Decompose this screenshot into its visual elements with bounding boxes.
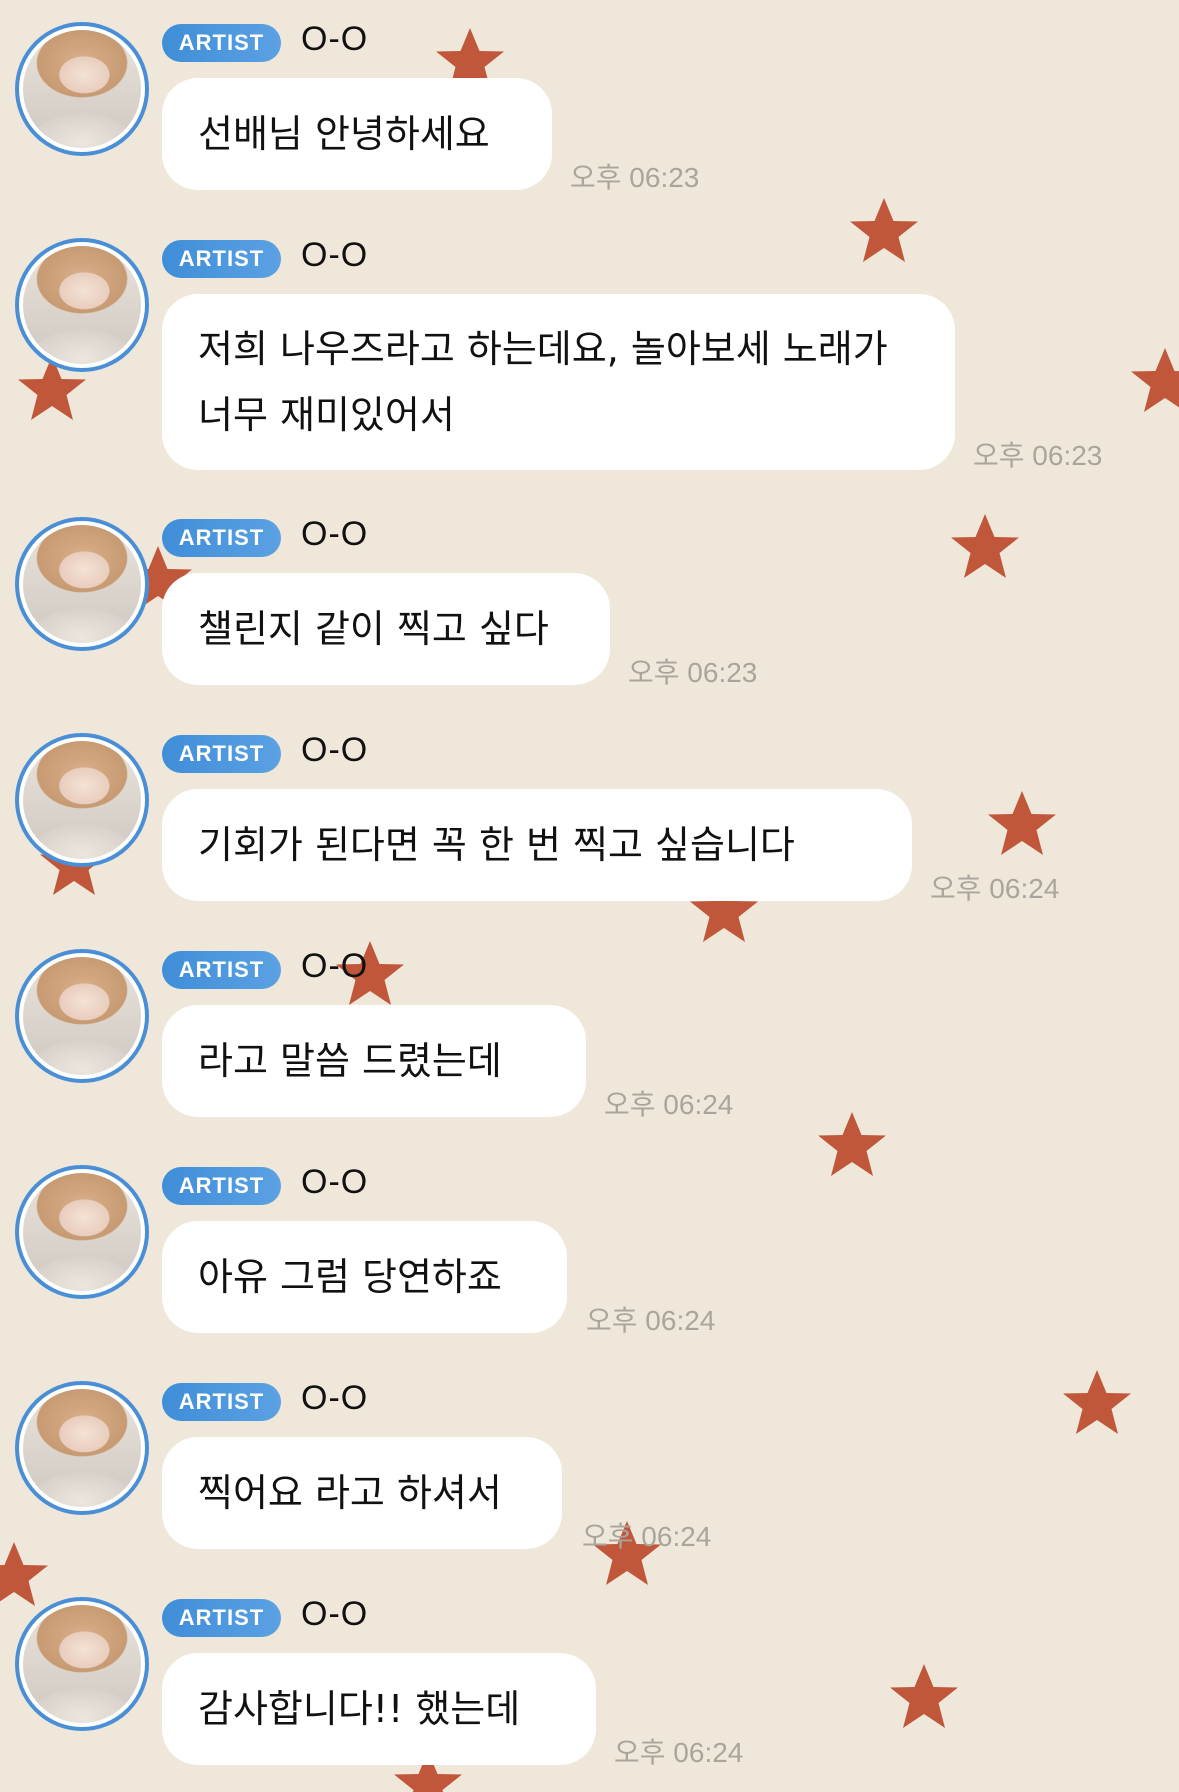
- star-icon: [850, 198, 918, 262]
- star-icon: [988, 791, 1056, 855]
- artist-badge: ARTIST: [162, 735, 281, 773]
- message-bubble[interactable]: 찍어요 라고 하셔서: [162, 1437, 562, 1549]
- avatar-photo: [23, 246, 141, 364]
- artist-avatar[interactable]: [15, 1165, 149, 1299]
- artist-badge: ARTIST: [162, 1167, 281, 1205]
- artist-badge: ARTIST: [162, 1383, 281, 1421]
- artist-badge: ARTIST: [162, 240, 281, 278]
- sender-name: O-O: [301, 947, 369, 985]
- avatar-photo: [23, 957, 141, 1075]
- star-icon: [951, 514, 1019, 578]
- sender-name: O-O: [301, 20, 369, 58]
- message-bubble[interactable]: 기회가 된다면 꼭 한 번 찍고 싶습니다: [162, 789, 912, 901]
- message-timestamp: 오후 06:23: [973, 440, 1103, 471]
- artist-avatar[interactable]: [15, 238, 149, 372]
- sender-name: O-O: [301, 1595, 369, 1633]
- avatar-photo: [23, 1173, 141, 1291]
- star-icon: [818, 1112, 886, 1176]
- artist-badge: ARTIST: [162, 519, 281, 557]
- sender-name: O-O: [301, 1163, 369, 1201]
- artist-avatar[interactable]: [15, 733, 149, 867]
- message-timestamp: 오후 06:24: [614, 1737, 744, 1768]
- avatar-photo: [23, 525, 141, 643]
- star-icon: [890, 1664, 958, 1728]
- artist-avatar[interactable]: [15, 22, 149, 156]
- message-timestamp: 오후 06:24: [604, 1089, 734, 1120]
- sender-name: O-O: [301, 731, 369, 769]
- artist-avatar[interactable]: [15, 1381, 149, 1515]
- star-icon: [1131, 348, 1179, 412]
- sender-name: O-O: [301, 515, 369, 553]
- message-bubble[interactable]: 선배님 안녕하세요: [162, 78, 552, 190]
- artist-avatar[interactable]: [15, 517, 149, 651]
- artist-badge: ARTIST: [162, 951, 281, 989]
- artist-avatar[interactable]: [15, 949, 149, 1083]
- star-icon: [0, 1542, 48, 1606]
- message-timestamp: 오후 06:24: [586, 1305, 716, 1336]
- avatar-photo: [23, 30, 141, 148]
- message-timestamp: 오후 06:23: [570, 162, 700, 193]
- avatar-photo: [23, 1605, 141, 1723]
- sender-name: O-O: [301, 1379, 369, 1417]
- message-timestamp: 오후 06:24: [582, 1521, 712, 1552]
- avatar-photo: [23, 741, 141, 859]
- artist-badge: ARTIST: [162, 1599, 281, 1637]
- message-timestamp: 오후 06:23: [628, 657, 758, 688]
- star-icon: [1063, 1370, 1131, 1434]
- message-bubble[interactable]: 라고 말씀 드렸는데: [162, 1005, 586, 1117]
- sender-name: O-O: [301, 236, 369, 274]
- message-bubble[interactable]: 감사합니다!! 했는데: [162, 1653, 596, 1765]
- message-bubble[interactable]: 챌린지 같이 찍고 싶다: [162, 573, 610, 685]
- avatar-photo: [23, 1389, 141, 1507]
- artist-avatar[interactable]: [15, 1597, 149, 1731]
- message-bubble[interactable]: 저희 나우즈라고 하는데요, 놀아보세 노래가 너무 재미있어서: [162, 294, 955, 470]
- artist-badge: ARTIST: [162, 24, 281, 62]
- message-bubble[interactable]: 아유 그럼 당연하죠: [162, 1221, 567, 1333]
- message-timestamp: 오후 06:24: [930, 873, 1060, 904]
